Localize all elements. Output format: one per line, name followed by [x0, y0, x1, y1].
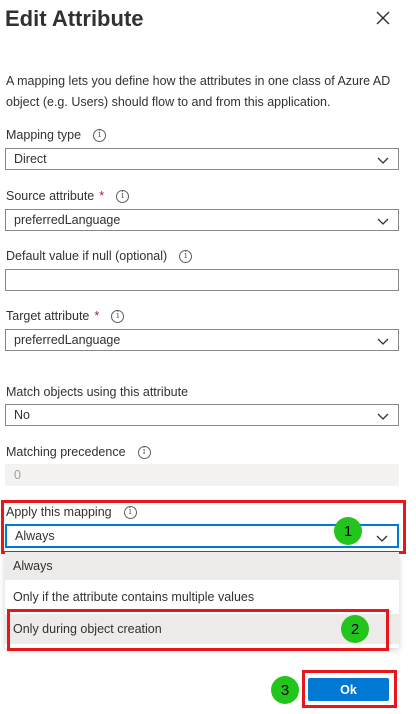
object-creation-highlight — [7, 609, 389, 651]
target-attribute-select[interactable]: preferredLanguage — [5, 329, 399, 351]
mapping-type-label: Mapping type i — [6, 128, 107, 142]
annotation-badge-3: 3 — [271, 676, 299, 704]
chevron-down-icon — [377, 157, 389, 164]
panel-title: Edit Attribute — [5, 6, 144, 31]
description-text: A mapping lets you define how the attrib… — [6, 74, 391, 109]
info-icon[interactable]: i — [137, 445, 151, 459]
source-attribute-select[interactable]: preferredLanguage — [5, 209, 399, 231]
close-icon[interactable] — [374, 9, 392, 27]
info-icon[interactable]: i — [111, 309, 125, 323]
source-attribute-label: Source attribute * i — [6, 189, 130, 203]
mapping-type-select[interactable]: Direct — [5, 148, 399, 170]
required-marker: * — [94, 309, 100, 323]
info-icon[interactable]: i — [179, 249, 193, 263]
chevron-down-icon — [377, 218, 389, 225]
match-objects-label: Match objects using this attribute — [6, 385, 189, 399]
required-marker: * — [99, 189, 105, 203]
info-icon[interactable]: i — [123, 505, 137, 519]
dropdown-option-always[interactable]: Always — [5, 552, 399, 580]
annotation-badge-1: 1 — [334, 517, 362, 545]
default-value-input[interactable] — [5, 269, 399, 291]
info-icon[interactable]: i — [116, 189, 130, 203]
default-value-label: Default value if null (optional) i — [6, 249, 193, 263]
info-icon[interactable]: i — [93, 128, 107, 142]
chevron-down-icon — [377, 413, 389, 420]
chevron-down-icon — [377, 338, 389, 345]
annotation-badge-2: 2 — [341, 615, 369, 643]
apply-mapping-label: Apply this mapping i — [6, 505, 137, 519]
ok-button[interactable]: Ok — [308, 678, 389, 701]
match-objects-select[interactable]: No — [5, 404, 399, 426]
dropdown-option-multiple-values[interactable]: Only if the attribute contains multiple … — [5, 583, 399, 611]
matching-precedence-input: 0 — [5, 464, 399, 486]
matching-precedence-label: Matching precedence i — [6, 445, 151, 459]
target-attribute-label: Target attribute * i — [6, 309, 125, 323]
chevron-down-icon — [376, 535, 388, 542]
